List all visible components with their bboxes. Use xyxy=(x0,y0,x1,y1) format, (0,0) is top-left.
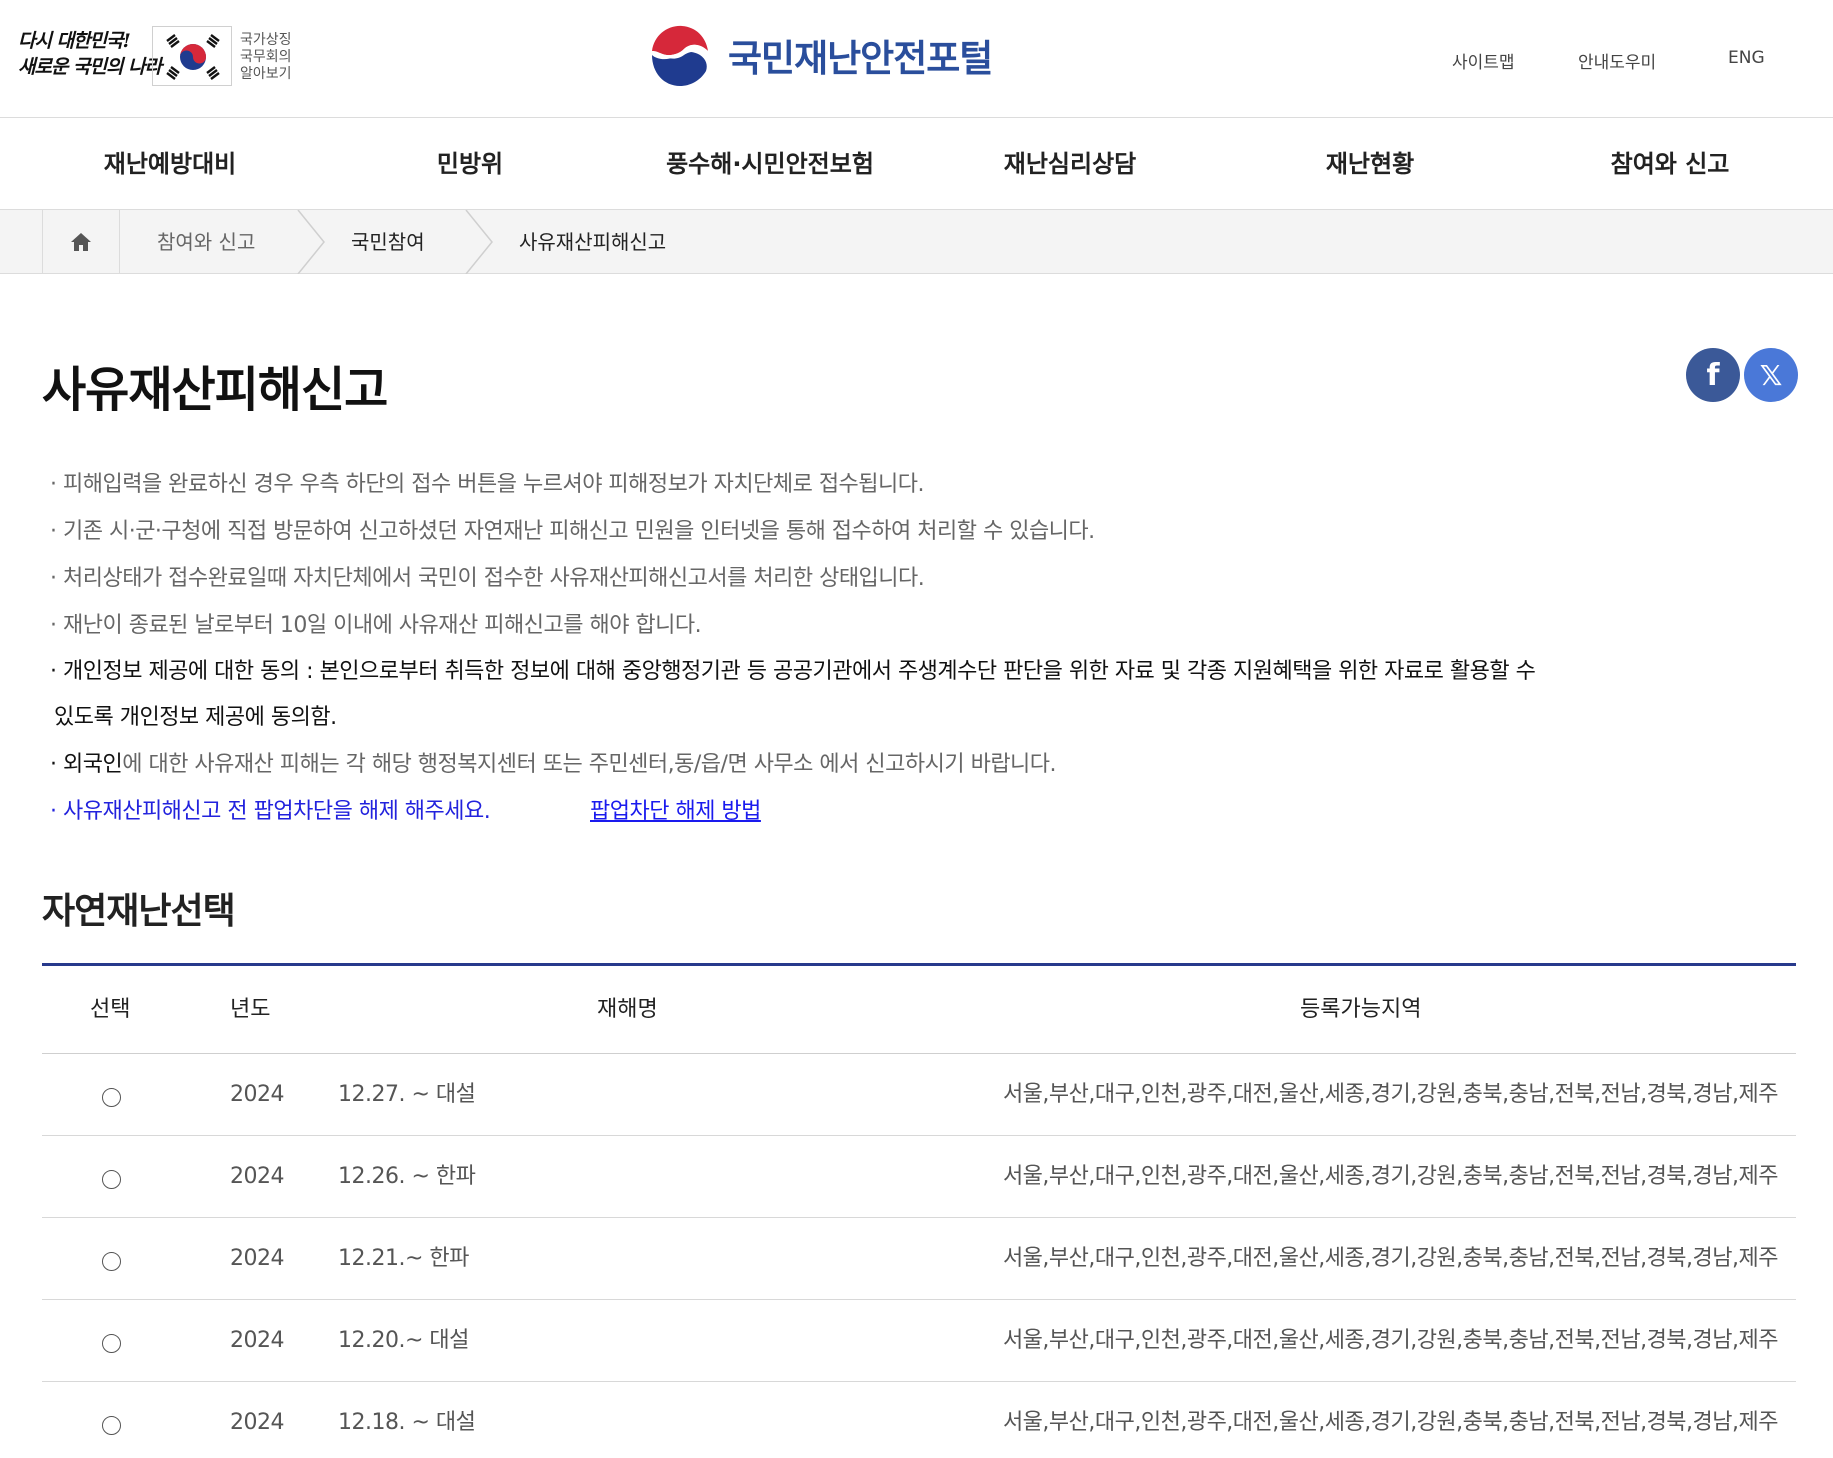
col-regions: 등록가능지역 xyxy=(1300,997,1422,1022)
sitemap-link[interactable]: 사이트맵 xyxy=(1452,48,1515,73)
cell-regions: 서울,부산,대구,인천,광주,대전,울산,세종,경기,강원,충북,충남,전북,전… xyxy=(1002,1164,1779,1189)
facebook-share-button[interactable]: f xyxy=(1686,348,1740,402)
cell-disaster-name: 12.27. ~ 대설 xyxy=(338,1082,476,1107)
breadcrumb: 참여와 신고 국민참여 사유재산피해신고 xyxy=(0,210,1833,274)
cell-regions: 서울,부산,대구,인천,광주,대전,울산,세종,경기,강원,충북,충남,전북,전… xyxy=(1002,1246,1779,1271)
national-symbol-link[interactable] xyxy=(152,26,232,86)
cell-year: 2024 xyxy=(230,1410,285,1435)
select-radio[interactable] xyxy=(102,1416,121,1435)
main-nav: 재난예방대비 민방위 풍수해·시민안전보험 재난심리상담 재난현황 참여와 신고 xyxy=(0,118,1833,210)
cell-disaster-name: 12.20.~ 대설 xyxy=(338,1328,469,1353)
table-row[interactable]: 2024 12.27. ~ 대설 서울,부산,대구,인천,광주,대전,울산,세종… xyxy=(42,1054,1796,1136)
col-disaster-name: 재해명 xyxy=(597,997,658,1022)
cell-year: 2024 xyxy=(230,1328,285,1353)
x-share-button[interactable]: 𝕏 xyxy=(1744,348,1798,402)
table-header: 선택 년도 재해명 등록가능지역 xyxy=(42,966,1796,1054)
breadcrumb-separator-icon xyxy=(297,210,325,274)
cell-disaster-name: 12.21.~ 한파 xyxy=(338,1246,469,1271)
cell-year: 2024 xyxy=(230,1246,285,1271)
table-row[interactable]: 2024 12.21.~ 한파 서울,부산,대구,인천,광주,대전,울산,세종,… xyxy=(42,1218,1796,1300)
brand-title: 국민재난안전포털 xyxy=(728,37,993,80)
notice-3: · 처리상태가 접수완료일때 자치단체에서 국민이 접수한 사유재산피해신고서를… xyxy=(50,566,925,591)
notice-popup-text: · 사유재산피해신고 전 팝업차단을 해제 해주세요. xyxy=(50,799,491,824)
cell-year: 2024 xyxy=(230,1164,285,1189)
site-header: 다시 대한민국! 새로운 국민의 나라 국가상징 국무회의 알아보기 국민재난안… xyxy=(0,0,1833,118)
breadcrumb-home[interactable] xyxy=(42,210,120,274)
notice-privacy-consent-cont: 있도록 개인정보 제공에 동의함. xyxy=(54,705,337,730)
breadcrumb-level2[interactable]: 국민참여 xyxy=(351,210,425,274)
taegeukgi-icon xyxy=(166,34,220,80)
slogan-line1: 다시 대한민국! xyxy=(18,30,131,52)
table-row[interactable]: 2024 12.20.~ 대설 서울,부산,대구,인천,광주,대전,울산,세종,… xyxy=(42,1300,1796,1382)
cell-regions: 서울,부산,대구,인천,광주,대전,울산,세종,경기,강원,충북,충남,전북,전… xyxy=(1002,1410,1779,1435)
notice-1: · 피해입력을 완료하신 경우 우측 하단의 접수 버튼을 누르셔야 피해정보가… xyxy=(50,472,925,497)
notice-privacy-consent: · 개인정보 제공에 대한 동의 : 본인으로부터 취득한 정보에 대해 중앙행… xyxy=(50,659,1536,684)
nav-civil-defense[interactable]: 민방위 xyxy=(350,118,590,210)
table-row[interactable]: 2024 12.18. ~ 대설 서울,부산,대구,인천,광주,대전,울산,세종… xyxy=(42,1382,1796,1458)
cell-disaster-name: 12.26. ~ 한파 xyxy=(338,1164,476,1189)
x-icon: 𝕏 xyxy=(1759,358,1783,392)
brand-logo[interactable]: 국민재난안전포털 xyxy=(646,20,993,90)
notice-2: · 기존 시·군·구청에 직접 방문하여 신고하셨던 자연재난 피해신고 민원을… xyxy=(50,519,1095,544)
english-link[interactable]: ENG xyxy=(1728,48,1765,68)
select-radio[interactable] xyxy=(102,1334,121,1353)
notice-foreigner: · 외국인에 대한 사유재산 피해는 각 해당 행정복지센터 또는 주민센터,동… xyxy=(50,750,1057,780)
notice-popup: · 사유재산피해신고 전 팝업차단을 해제 해주세요. 팝업차단 해제 방법 xyxy=(50,797,850,827)
popup-unblock-guide-link[interactable]: 팝업차단 해제 방법 xyxy=(590,797,761,827)
col-select: 선택 xyxy=(90,997,131,1022)
disaster-table: 선택 년도 재해명 등록가능지역 2024 12.27. ~ 대설 서울,부산,… xyxy=(42,963,1796,1458)
select-radio[interactable] xyxy=(102,1170,121,1189)
breadcrumb-current: 사유재산피해신고 xyxy=(519,230,667,254)
nav-disaster-prevention[interactable]: 재난예방대비 xyxy=(50,118,290,210)
symbol-caption-1: 국가상징 xyxy=(240,32,292,48)
notice-foreigner-rest: 에 대한 사유재산 피해는 각 해당 행정복지센터 또는 주민센터,동/읍/면 … xyxy=(122,752,1057,777)
breadcrumb-separator-icon xyxy=(465,210,493,274)
slogan-line2: 새로운 국민의 나라 xyxy=(18,56,162,78)
symbol-caption-2: 국무회의 xyxy=(240,49,292,65)
select-radio[interactable] xyxy=(102,1252,121,1271)
nav-participation[interactable]: 참여와 신고 xyxy=(1550,118,1790,210)
notice-4: · 재난이 종료된 날로부터 10일 이내에 사유재산 피해신고를 해야 합니다… xyxy=(50,613,702,638)
cell-disaster-name: 12.18. ~ 대설 xyxy=(338,1410,476,1435)
breadcrumb-level1[interactable]: 참여와 신고 xyxy=(157,210,255,274)
national-symbol-caption[interactable]: 국가상징 국무회의 알아보기 xyxy=(240,32,310,83)
facebook-icon: f xyxy=(1706,357,1720,393)
nav-disaster-status[interactable]: 재난현황 xyxy=(1250,118,1490,210)
col-year: 년도 xyxy=(230,997,271,1022)
select-radio[interactable] xyxy=(102,1088,121,1107)
guide-link[interactable]: 안내도우미 xyxy=(1578,48,1656,73)
section-title: 자연재난선택 xyxy=(42,891,236,932)
notice-foreigner-strong: · 외국인 xyxy=(50,752,123,777)
cell-regions: 서울,부산,대구,인천,광주,대전,울산,세종,경기,강원,충북,충남,전북,전… xyxy=(1002,1328,1779,1353)
slogan-logo[interactable]: 다시 대한민국! 새로운 국민의 나라 xyxy=(18,28,162,88)
cell-regions: 서울,부산,대구,인천,광주,대전,울산,세종,경기,강원,충북,충남,전북,전… xyxy=(1002,1082,1779,1107)
nav-insurance[interactable]: 풍수해·시민안전보험 xyxy=(620,118,920,210)
home-icon xyxy=(71,233,91,251)
government-emblem-icon xyxy=(648,23,712,87)
nav-psych-counseling[interactable]: 재난심리상담 xyxy=(950,118,1190,210)
table-row[interactable]: 2024 12.26. ~ 한파 서울,부산,대구,인천,광주,대전,울산,세종… xyxy=(42,1136,1796,1218)
cell-year: 2024 xyxy=(230,1082,285,1107)
page-title: 사유재산피해신고 xyxy=(42,362,388,418)
symbol-caption-3: 알아보기 xyxy=(240,66,292,82)
